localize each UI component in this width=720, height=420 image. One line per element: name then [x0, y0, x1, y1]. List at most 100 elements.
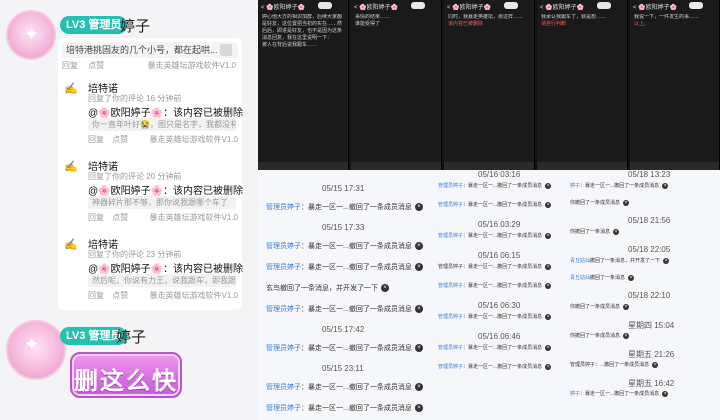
recall-message: 玄鸟撤回了一条消息，并开发了一下 ×	[266, 283, 389, 293]
follow-button[interactable]	[504, 2, 518, 9]
quoted-comment[interactable]: 然后呢，你说有力王，说我跟车，即我跟...	[88, 274, 236, 287]
recall-text: ：暴走一区一...撤回了一条成员消息	[463, 345, 543, 351]
chat-paragraph: 被人在背后说我跟车……	[262, 42, 318, 48]
input-bar[interactable]	[258, 162, 348, 170]
input-bar[interactable]	[444, 162, 534, 170]
list-item[interactable]: ✍ 培特诺 回复了你的评论 23 分钟前 @🌸欧阳婷子🌸：该内容已被删除 然后呢…	[58, 234, 243, 301]
recall-text: ：暴走一区一...撤回了一条成员消息	[580, 391, 660, 397]
close-icon[interactable]: ×	[414, 263, 423, 272]
follow-button[interactable]	[689, 2, 703, 9]
close-icon[interactable]: ×	[623, 303, 630, 310]
actor-name[interactable]: 管理员婷子	[266, 264, 301, 271]
reply-button[interactable]: 回复	[88, 213, 104, 222]
phone-screenshot: < 🌸欧阳婷子🌸 我说一下，一件发生的事…… 以上。	[630, 0, 720, 170]
recall-message: 管理员婷子：暴走一区一...撤回了一条成员消息 ×	[438, 344, 552, 351]
recall-message: 管理员婷子：暴走一区一...撤回了一条成员消息 ×	[266, 262, 423, 272]
close-icon[interactable]: ×	[662, 182, 669, 189]
reply-info: 回复了你的评论 20 分钟前	[88, 172, 182, 181]
recall-message: 管理员婷子：暴走一区一...撤回了一条成员消息 ×	[438, 313, 552, 320]
chat-paragraph: 我承认我跟车了，就是想……	[541, 14, 607, 20]
input-bar[interactable]	[537, 162, 627, 170]
chat-text: 事情的结果…… 谁能受得了	[355, 14, 437, 164]
actor-name[interactable]: 青丘姑仙	[570, 275, 590, 281]
follow-button[interactable]	[597, 2, 611, 9]
close-icon[interactable]: ×	[545, 182, 552, 189]
follow-button[interactable]	[411, 2, 425, 9]
like-button[interactable]: 点赞	[112, 291, 128, 300]
actor-name[interactable]: 管理员婷子	[266, 405, 301, 412]
actor-name[interactable]: 婷子	[570, 183, 580, 189]
close-icon[interactable]: ×	[628, 274, 635, 281]
actor-name[interactable]: 管理员婷子	[438, 345, 463, 351]
recall-text: ：暴走一区一...撤回了一条成员消息	[301, 243, 412, 250]
close-icon[interactable]: ×	[545, 313, 552, 320]
actor-name[interactable]: 青丘姑仙	[570, 258, 590, 264]
recall-message: 青丘姑仙撤回了一条消息，并开发了一下 ×	[570, 257, 670, 264]
recall-text: 管理员婷子：...撤回了一条成员消息	[570, 362, 650, 368]
actor-name[interactable]: 管理员婷子	[266, 204, 301, 211]
meta-row: 回复 点赞 暴走英雄坛游戏软件V1.0	[88, 212, 238, 223]
close-icon[interactable]: ×	[414, 383, 423, 392]
actor-name[interactable]: 管理员婷子	[266, 345, 301, 352]
recall-text: 撤回了一条消息，并开发了一下	[590, 258, 661, 264]
actor-name[interactable]: 管理员婷子	[438, 364, 463, 370]
recall-message: 婷子：暴走一区一...撤回了一条成员消息 ×	[570, 182, 669, 189]
close-icon[interactable]: ×	[623, 199, 630, 206]
list-item[interactable]: ✍ 培特诺 回复了你的评论 16 分钟前 @🌸欧阳婷子🌸：该内容已被删除 你一直…	[58, 78, 243, 145]
meta-row: 回复 点赞 暴走英雄坛游戏软件V1.0	[88, 134, 238, 145]
chat-header: < 🌸欧阳婷子🌸	[540, 5, 585, 11]
close-icon[interactable]: ×	[545, 263, 552, 270]
close-icon[interactable]: ×	[414, 344, 423, 353]
close-icon[interactable]: ×	[545, 344, 552, 351]
close-icon[interactable]: ×	[662, 390, 669, 397]
recall-message: 管理员婷子：...撤回了一条成员消息 ×	[570, 361, 659, 368]
actor-name[interactable]: 管理员婷子	[266, 243, 301, 250]
actor-name[interactable]: 管理员婷子	[438, 283, 463, 289]
meta-row: 回复 点赞 暴走英雄坛游戏软件V1.0	[88, 290, 238, 301]
close-icon[interactable]: ×	[414, 404, 423, 413]
close-icon[interactable]: ×	[623, 332, 630, 339]
actor-name[interactable]: 管理员婷子	[438, 314, 463, 320]
actor-name[interactable]: 管理员婷子	[438, 233, 463, 239]
reply-button[interactable]: 回复	[88, 135, 104, 144]
close-icon[interactable]: ×	[545, 282, 552, 289]
close-icon[interactable]: ×	[414, 203, 423, 212]
actor-name[interactable]: 管理员婷子	[438, 202, 463, 208]
source-label: 暴走英雄坛游戏软件V1.0	[149, 135, 238, 144]
actor-name[interactable]: 管理员婷子	[438, 183, 463, 189]
quoted-comment[interactable]: 你一直年叶好😭，图只是名字，我都没有...	[88, 118, 236, 131]
close-icon[interactable]: ×	[381, 284, 389, 293]
input-bar[interactable]	[630, 162, 719, 170]
close-icon[interactable]: ×	[545, 201, 552, 208]
close-icon[interactable]: ×	[652, 361, 659, 368]
reply-button[interactable]: 回复	[62, 61, 78, 70]
timestamp: 星期四 15:04	[628, 321, 675, 330]
username: 婷子	[120, 18, 151, 35]
post-preview[interactable]: 培特港挑固友的几个小号，都在起哄...	[62, 42, 238, 58]
actor-name[interactable]: 管理员婷子	[266, 306, 301, 313]
follow-button[interactable]	[318, 2, 332, 9]
recall-text: ：暴走一区一...撤回了一条成员消息	[463, 364, 543, 370]
recall-text: ：暴走一区一...撤回了一条成员消息	[301, 264, 412, 271]
avatar[interactable]	[6, 320, 66, 380]
close-icon[interactable]: ×	[545, 232, 552, 239]
close-icon[interactable]: ×	[545, 363, 552, 370]
input-bar[interactable]	[351, 162, 441, 170]
close-icon[interactable]: ×	[663, 257, 670, 264]
list-item[interactable]: ✍ 培特诺 回复了你的评论 20 分钟前 @🌸欧阳婷子🌸：该内容已被删除 神器碎…	[58, 156, 243, 223]
avatar[interactable]	[6, 10, 56, 60]
recall-text: 你撤回了一条成员消息	[570, 200, 621, 206]
timestamp: 05/16 06:46	[478, 332, 521, 341]
close-icon[interactable]: ×	[414, 305, 423, 314]
actor-name[interactable]: 管理员婷子	[266, 384, 301, 391]
like-button[interactable]: 点赞	[112, 213, 128, 222]
like-button[interactable]: 点赞	[112, 135, 128, 144]
like-button[interactable]: 点赞	[88, 61, 104, 70]
reply-button[interactable]: 回复	[88, 291, 104, 300]
close-icon[interactable]: ×	[414, 242, 423, 251]
notification-card: 培特港挑固友的几个小号，都在起哄... 回复 点赞 暴走英雄坛游戏软件V1.0 …	[58, 38, 243, 310]
quoted-comment[interactable]: 神器碎片那不够，那你说我跟哪个车了	[88, 196, 236, 209]
actor-name[interactable]: 婷子	[570, 391, 580, 397]
close-icon[interactable]: ×	[613, 228, 620, 235]
post-thumbnail	[220, 44, 232, 56]
